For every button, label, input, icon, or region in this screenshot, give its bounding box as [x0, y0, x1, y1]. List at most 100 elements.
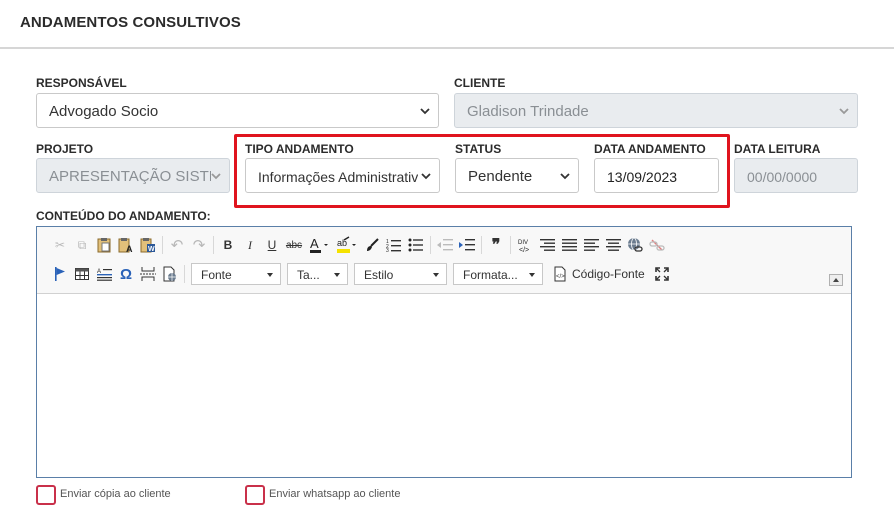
align-center-icon[interactable] — [580, 234, 602, 256]
toolbar-separator — [510, 236, 511, 254]
style-combo[interactable]: Estilo — [354, 263, 447, 285]
paste-word-icon[interactable]: W — [137, 234, 159, 256]
source-code-icon: </> — [554, 266, 566, 282]
whatsapp-checkbox-label[interactable]: Enviar whatsapp ao cliente — [269, 488, 400, 500]
data-leitura-label: DATA LEITURA — [734, 142, 821, 156]
responsavel-select[interactable]: Advogado Socio — [36, 93, 439, 128]
svg-text:</>: </> — [556, 274, 565, 280]
size-combo-label: Ta... — [297, 268, 320, 282]
svg-text:A: A — [126, 244, 133, 253]
data-andamento-label: DATA ANDAMENTO — [594, 142, 706, 156]
maximize-icon[interactable] — [651, 263, 673, 285]
page-title: ANDAMENTOS CONSULTIVOS — [20, 14, 241, 31]
status-select[interactable]: Pendente — [455, 158, 579, 193]
responsavel-label: RESPONSÁVEL — [36, 76, 127, 90]
chevron-down-icon — [421, 173, 431, 180]
paste-icon[interactable] — [93, 234, 115, 256]
font-combo[interactable]: Fonte — [191, 263, 281, 285]
div-container-icon[interactable]: DIV </> — [514, 234, 536, 256]
svg-text:3: 3 — [386, 248, 389, 252]
collapse-toolbar-button[interactable] — [829, 274, 843, 286]
align-right-icon[interactable] — [602, 234, 624, 256]
copia-checkbox-label[interactable]: Enviar cópia ao cliente — [60, 488, 171, 500]
svg-text:DIV: DIV — [518, 240, 528, 246]
align-justify-icon[interactable] — [558, 234, 580, 256]
format-combo[interactable]: Formata... — [453, 263, 543, 285]
blockquote-button[interactable]: ❞ — [485, 234, 507, 256]
caret-down-icon — [529, 273, 535, 277]
projeto-value: APRESENTAÇÃO SISTE — [49, 168, 211, 185]
style-combo-label: Estilo — [364, 268, 394, 282]
editor-toolbar: ✂ ⧉ A W ↶ ↷ B I U abc A ab 1 2 3 ❞ DIV <… — [37, 227, 851, 294]
toolbar-separator — [213, 236, 214, 254]
paste-text-icon[interactable]: A — [115, 234, 137, 256]
source-code-button[interactable]: </> Código-Fonte — [553, 266, 645, 282]
responsavel-value: Advogado Socio — [49, 103, 159, 120]
toolbar-separator — [162, 236, 163, 254]
unlink-icon[interactable] — [646, 234, 668, 256]
special-char-button[interactable]: Ω — [115, 263, 137, 285]
paintbrush-icon[interactable] — [361, 234, 383, 256]
horizontal-rule-icon[interactable]: A — [93, 263, 115, 285]
toolbar-separator — [184, 265, 185, 283]
caret-down-icon — [334, 273, 340, 277]
copy-icon[interactable]: ⧉ — [71, 234, 93, 256]
cliente-value: Gladison Trindade — [467, 103, 589, 120]
projeto-label: PROJETO — [36, 142, 94, 156]
text-color-icon[interactable]: A — [305, 234, 333, 256]
cliente-label: CLIENTE — [454, 76, 506, 90]
toolbar-separator — [430, 236, 431, 254]
align-left-icon[interactable] — [536, 234, 558, 256]
background-color-icon[interactable]: ab — [333, 234, 361, 256]
undo-icon[interactable]: ↶ — [166, 234, 188, 256]
whatsapp-checkbox[interactable] — [245, 485, 265, 505]
iframe-icon[interactable] — [159, 263, 181, 285]
numbered-list-icon[interactable]: 123 — [383, 234, 405, 256]
chevron-down-icon — [420, 108, 430, 115]
cut-icon[interactable]: ✂ — [49, 234, 71, 256]
projeto-select[interactable]: APRESENTAÇÃO SISTE — [36, 158, 230, 193]
toolbar-separator — [481, 236, 482, 254]
chevron-down-icon — [839, 108, 849, 115]
toolbar-row-2: A Ω Fonte Ta... Estilo Formata... </> Có… — [49, 262, 673, 286]
toolbar-row-1: ✂ ⧉ A W ↶ ↷ B I U abc A ab 1 2 3 ❞ DIV <… — [49, 233, 668, 257]
rich-text-editor[interactable]: ✂ ⧉ A W ↶ ↷ B I U abc A ab 1 2 3 ❞ DIV <… — [36, 226, 852, 478]
data-andamento-input[interactable]: 13/09/2023 — [594, 158, 719, 193]
source-code-label: Código-Fonte — [572, 267, 645, 281]
page-break-icon[interactable] — [137, 263, 159, 285]
status-label: STATUS — [455, 142, 502, 156]
caret-down-icon — [433, 273, 439, 277]
copia-checkbox[interactable] — [36, 485, 56, 505]
caret-down-icon — [267, 273, 273, 277]
chevron-down-icon — [211, 173, 221, 180]
tipo-andamento-value: Informações Administrativ — [258, 169, 418, 185]
data-leitura-value: 00/00/0000 — [747, 169, 818, 185]
redo-icon[interactable]: ↷ — [188, 234, 210, 256]
editor-content-area[interactable] — [37, 295, 851, 477]
svg-text:A: A — [310, 236, 319, 251]
cliente-select[interactable]: Gladison Trindade — [454, 93, 858, 128]
tipo-andamento-select[interactable]: Informações Administrativ — [245, 158, 440, 193]
chevron-down-icon — [560, 173, 570, 180]
italic-button[interactable]: I — [239, 234, 261, 256]
anchor-flag-icon[interactable] — [49, 263, 71, 285]
status-value: Pendente — [468, 168, 533, 185]
bullet-list-icon[interactable] — [405, 234, 427, 256]
conteudo-label: CONTEÚDO DO ANDAMENTO: — [36, 209, 211, 223]
underline-button[interactable]: U — [261, 234, 283, 256]
data-andamento-value: 13/09/2023 — [607, 169, 678, 185]
font-combo-label: Fonte — [201, 268, 232, 282]
bold-button[interactable]: B — [217, 234, 239, 256]
indent-icon[interactable] — [456, 234, 478, 256]
page-header: ANDAMENTOS CONSULTIVOS — [0, 0, 894, 49]
strikethrough-button[interactable]: abc — [283, 234, 305, 256]
tipo-andamento-label: TIPO ANDAMENTO — [245, 142, 354, 156]
link-icon[interactable] — [624, 234, 646, 256]
svg-text:W: W — [148, 246, 155, 253]
data-leitura-input[interactable]: 00/00/0000 — [734, 158, 858, 193]
format-combo-label: Formata... — [463, 268, 518, 282]
svg-text:</>: </> — [519, 247, 529, 253]
outdent-icon[interactable] — [434, 234, 456, 256]
size-combo[interactable]: Ta... — [287, 263, 348, 285]
table-icon[interactable] — [71, 263, 93, 285]
